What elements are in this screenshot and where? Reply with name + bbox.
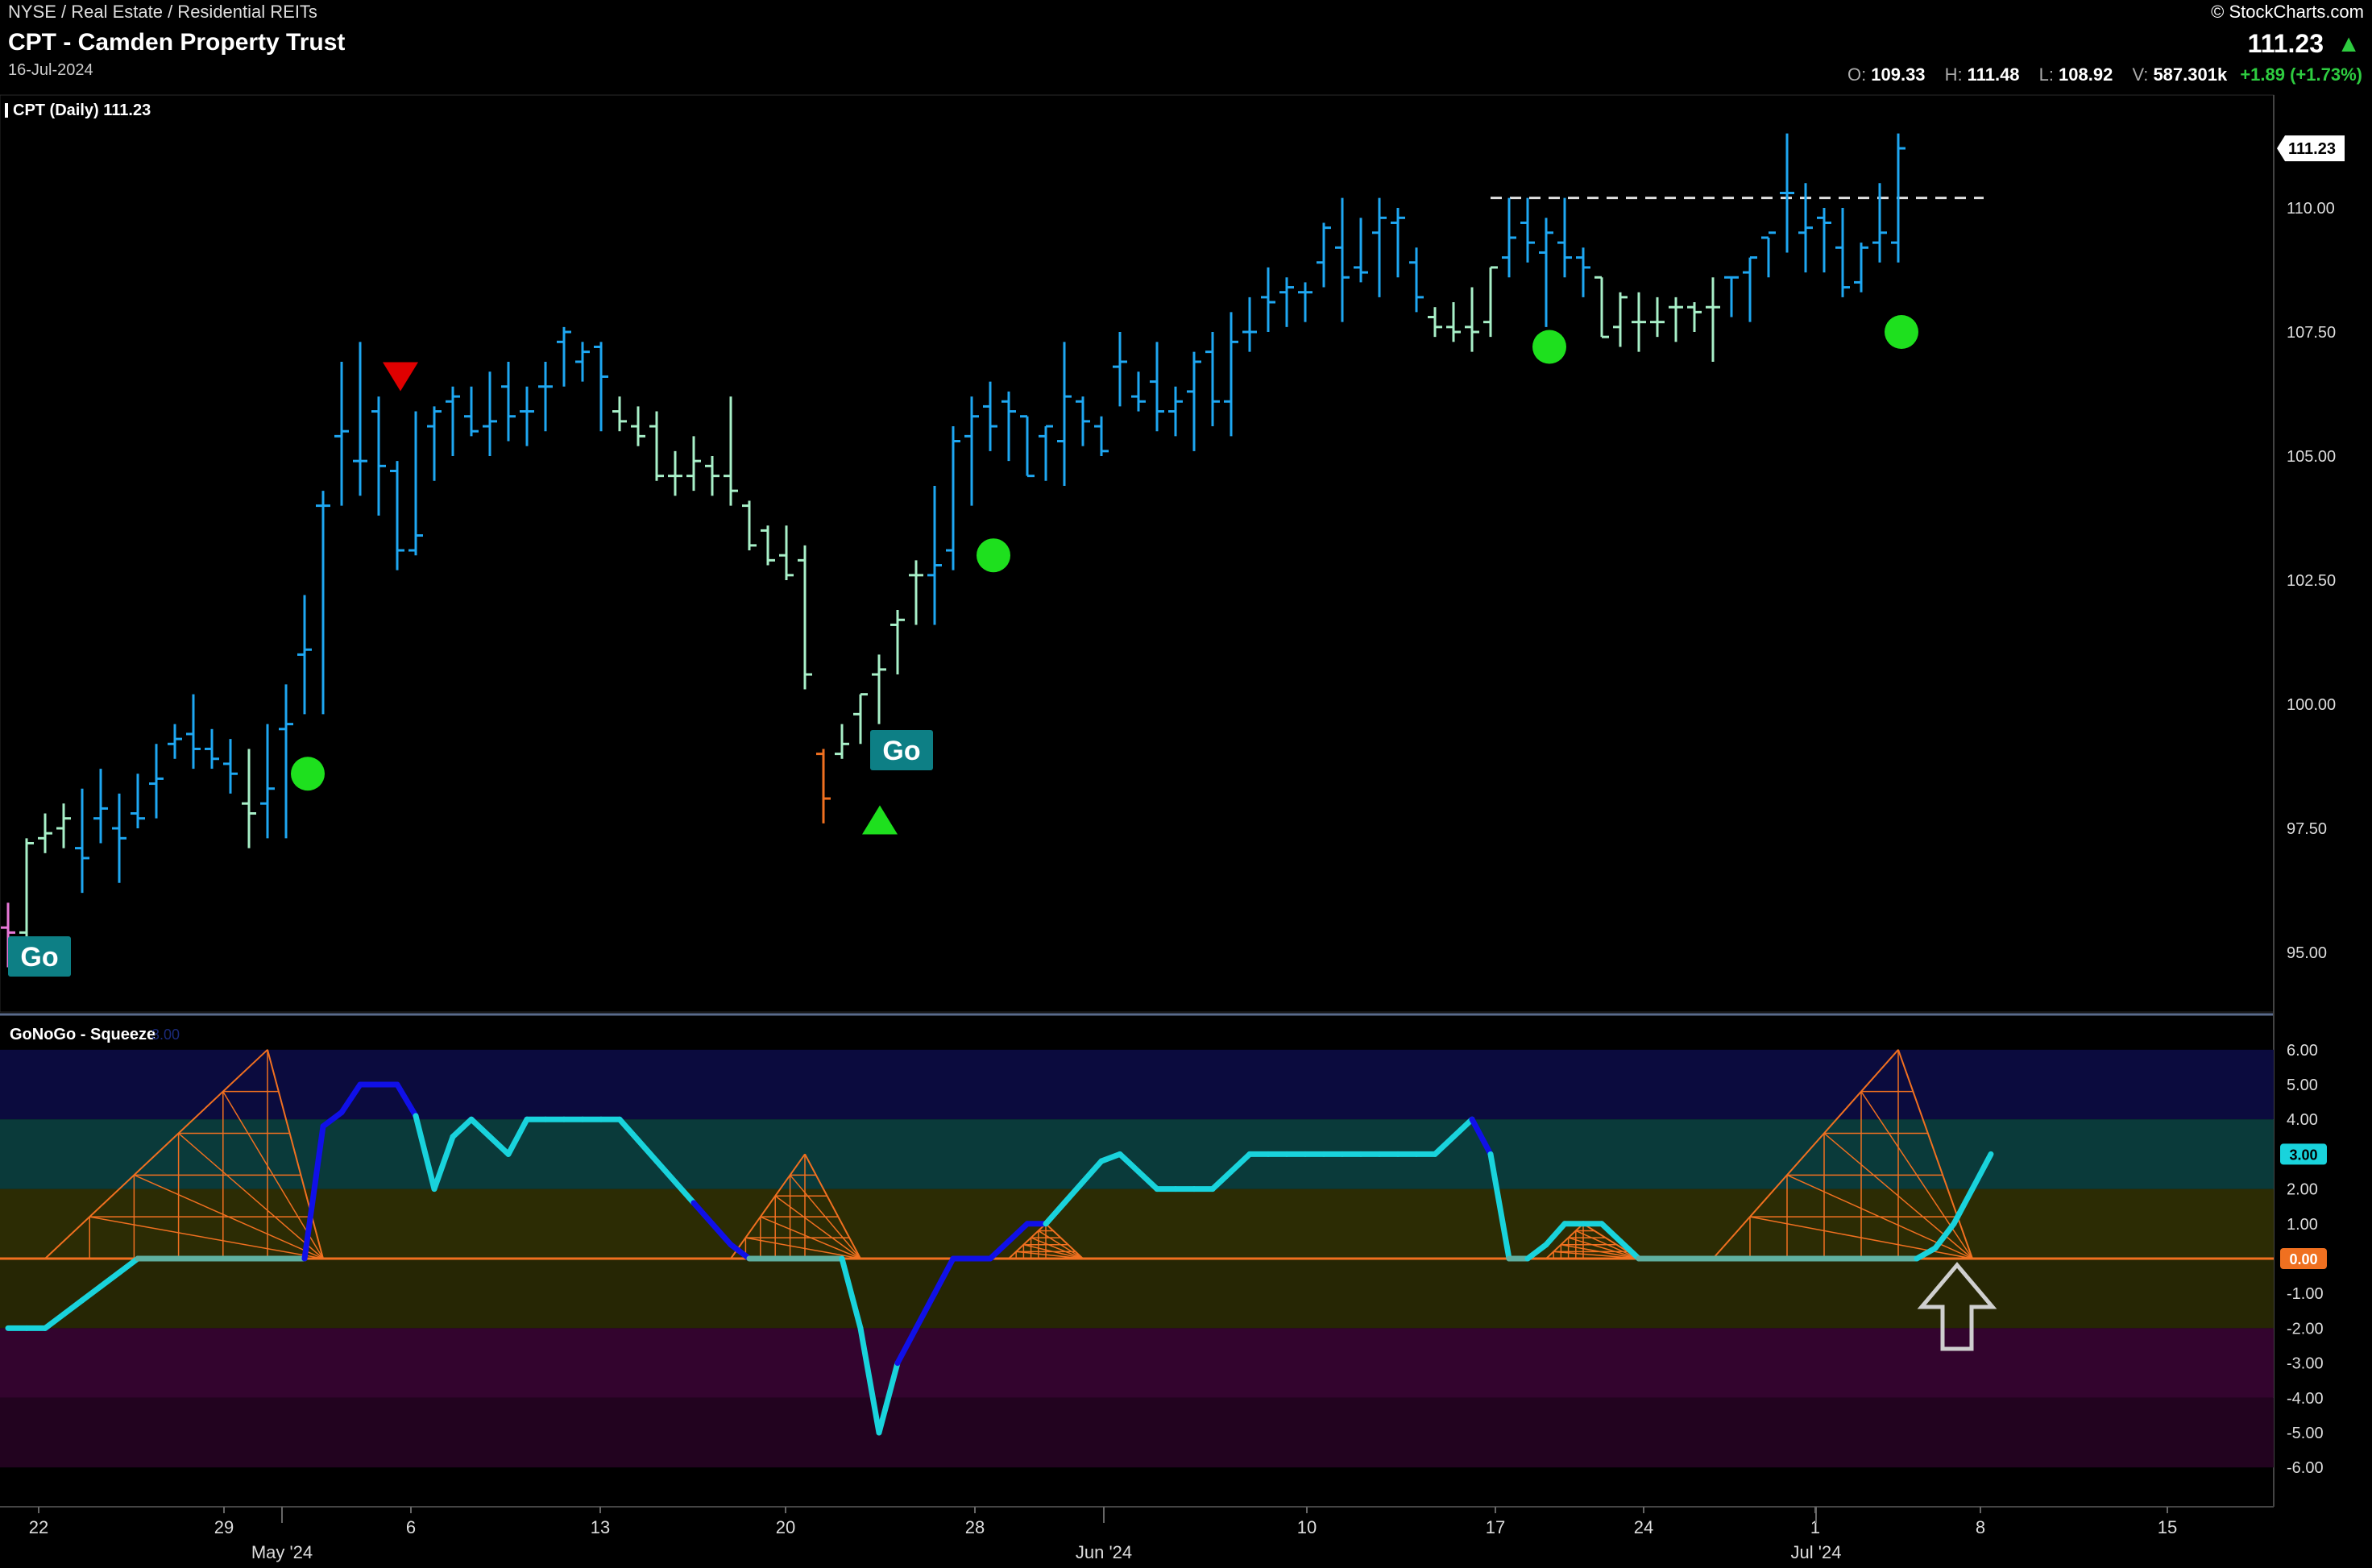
price-tick-label: 107.50	[2287, 324, 2336, 342]
x-tick-label: 17	[1486, 1517, 1505, 1537]
x-tick-label: 13	[591, 1517, 610, 1537]
month-label: Jun '24	[1076, 1542, 1132, 1562]
go-label: Go	[8, 936, 71, 977]
price-pane-marker	[5, 103, 8, 118]
zero-value-text: 0.00	[2289, 1251, 2317, 1267]
x-tick-label: 20	[776, 1517, 795, 1537]
month-label: Jul '24	[1791, 1542, 1842, 1562]
indicator-tick-label: 4.00	[2287, 1111, 2318, 1129]
green-dot-icon	[1885, 315, 1918, 349]
month-label: May '24	[251, 1542, 313, 1562]
indicator-zone-band	[0, 1328, 2274, 1398]
price-tick-label: 110.00	[2287, 200, 2335, 218]
x-tick-label: 29	[214, 1517, 234, 1537]
green-dot-icon	[977, 538, 1010, 573]
price-tick-label: 95.00	[2287, 944, 2327, 962]
indicator-tick-label: -6.00	[2287, 1459, 2324, 1477]
price-tick-label: 100.00	[2287, 696, 2336, 714]
chart-canvas: 110.00107.50105.00102.50100.0097.5095.00…	[0, 94, 2345, 1562]
go-label-text: Go	[882, 736, 920, 766]
x-tick-label: 24	[1634, 1517, 1653, 1537]
green-dot-icon	[291, 757, 325, 791]
indicator-zone-band	[0, 1119, 2274, 1189]
indicator-tick-label: 5.00	[2287, 1076, 2318, 1094]
price-tick-label: 97.50	[2287, 820, 2327, 838]
x-tick-label: 28	[965, 1517, 985, 1537]
x-tick-label: 8	[1976, 1517, 1985, 1537]
indicator-label-value: 3.00	[151, 1027, 180, 1043]
indicator-tick-label: 1.00	[2287, 1216, 2318, 1234]
x-tick-label: 15	[2158, 1517, 2177, 1537]
indicator-pane-label: GoNoGo - Squeeze	[10, 1026, 156, 1043]
price-tick-label: 105.00	[2287, 448, 2336, 466]
indicator-tick-label: 2.00	[2287, 1181, 2318, 1199]
price-pane	[0, 94, 2275, 1013]
price-tick-label: 102.50	[2287, 572, 2336, 590]
indicator-tick-label: -4.00	[2287, 1390, 2324, 1408]
x-tick-label: 10	[1297, 1517, 1317, 1537]
indicator-tick-label: -1.00	[2287, 1285, 2324, 1303]
indicator-tick-label: -2.00	[2287, 1320, 2324, 1338]
indicator-tick-label: -5.00	[2287, 1425, 2324, 1442]
go-label: Go	[870, 730, 933, 770]
oscillator-value-text: 3.00	[2289, 1147, 2317, 1163]
price-pane-label: CPT (Daily) 111.23	[13, 102, 151, 119]
price-tag-text: 111.23	[2288, 140, 2336, 158]
x-tick-label: 6	[406, 1517, 416, 1537]
indicator-zone-band	[0, 1397, 2274, 1468]
x-tick-label: 22	[29, 1517, 48, 1537]
indicator-tick-label: -3.00	[2287, 1355, 2324, 1373]
indicator-tick-label: 6.00	[2287, 1042, 2318, 1060]
green-dot-icon	[1532, 330, 1566, 364]
go-label-text: Go	[20, 942, 58, 973]
